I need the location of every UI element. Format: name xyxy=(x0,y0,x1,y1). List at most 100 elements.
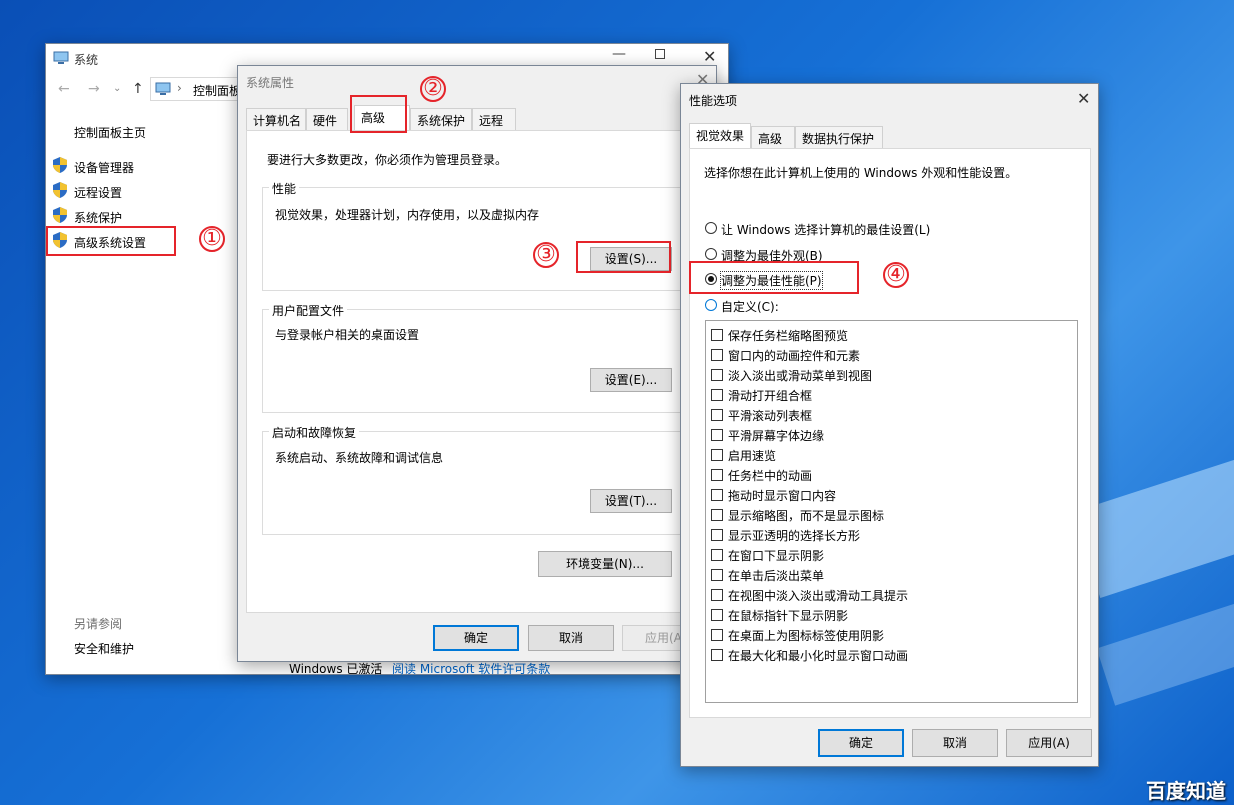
effect-label: 窗口内的动画控件和元素 xyxy=(728,349,861,363)
effect-label: 显示亚透明的选择长方形 xyxy=(728,529,861,543)
effect-checkbox[interactable] xyxy=(711,329,723,341)
effect-checkbox[interactable] xyxy=(711,529,723,541)
close-icon[interactable]: ✕ xyxy=(1077,89,1090,108)
effect-checkbox[interactable] xyxy=(711,349,723,361)
highlight-best-performance xyxy=(689,261,859,294)
radio-button[interactable] xyxy=(705,299,717,311)
tab-dep[interactable]: 数据执行保护 xyxy=(795,126,883,148)
ok-button[interactable]: 确定 xyxy=(433,625,519,651)
effect-checkbox[interactable] xyxy=(711,589,723,601)
environment-variables-button[interactable]: 环境变量(N)... xyxy=(538,551,672,577)
effect-checkbox[interactable] xyxy=(711,369,723,381)
up-arrow-icon[interactable]: ↑ xyxy=(132,81,144,97)
startup-recovery-settings-button[interactable]: 设置(T)... xyxy=(590,489,672,513)
tab-hardware[interactable]: 硬件 xyxy=(306,108,348,130)
tab-perf-advanced[interactable]: 高级 xyxy=(751,126,795,148)
effect-row[interactable]: 淡入淡出或滑动菜单到视图 xyxy=(711,365,1071,385)
effect-checkbox[interactable] xyxy=(711,429,723,441)
tab-strip: 计算机名 硬件 高级 系统保护 远程 xyxy=(246,105,710,130)
effect-checkbox[interactable] xyxy=(711,649,723,661)
effects-list[interactable]: 保存任务栏缩略图预览 窗口内的动画控件和元素淡入淡出或滑动菜单到视图滑动打开组合框… xyxy=(705,320,1078,703)
user-profiles-label: 用户配置文件 xyxy=(269,302,348,319)
effect-row[interactable]: 在鼠标指针下显示阴影 xyxy=(711,605,1071,625)
effect-row[interactable]: 拖动时显示窗口内容 xyxy=(711,485,1071,505)
nav-system-protection[interactable]: 系统保护 xyxy=(74,209,122,226)
effect-row[interactable]: 显示缩略图，而不是显示图标 xyxy=(711,505,1071,525)
effect-row[interactable]: 在桌面上为图标标签使用阴影 xyxy=(711,625,1071,645)
license-terms-link[interactable]: 阅读 Microsoft 软件许可条款 xyxy=(392,660,550,677)
effect-row[interactable]: 任务栏中的动画 xyxy=(711,465,1071,485)
control-panel-home-link[interactable]: 控制面板主页 xyxy=(74,124,146,141)
computer-icon xyxy=(155,82,171,95)
highlight-advanced-system-settings xyxy=(46,226,176,256)
performance-group xyxy=(262,187,687,291)
wallpaper-beam xyxy=(1096,574,1234,706)
tab-remote[interactable]: 远程 xyxy=(472,108,516,130)
minimize-icon[interactable]: — xyxy=(612,46,626,62)
effect-checkbox[interactable] xyxy=(711,449,723,461)
effect-label: 滑动打开组合框 xyxy=(728,389,813,403)
effect-row[interactable]: 平滑屏幕字体边缘 xyxy=(711,425,1071,445)
effect-row[interactable]: 在视图中淡入淡出或滑动工具提示 xyxy=(711,585,1071,605)
effect-checkbox[interactable] xyxy=(711,389,723,401)
see-also-heading: 另请参阅 xyxy=(74,617,123,631)
effect-label: 显示缩略图，而不是显示图标 xyxy=(728,509,885,523)
shield-icon xyxy=(53,207,67,223)
radio-let-windows-choose[interactable]: 让 Windows 选择计算机的最佳设置(L) xyxy=(705,219,1005,239)
effect-row[interactable]: 显示亚透明的选择长方形 xyxy=(711,525,1071,545)
effect-checkbox[interactable] xyxy=(711,629,723,641)
nav-remote-settings[interactable]: 远程设置 xyxy=(74,184,122,201)
effect-row[interactable]: 启用速览 xyxy=(711,445,1071,465)
effect-checkbox[interactable] xyxy=(711,409,723,421)
close-icon[interactable]: ✕ xyxy=(703,47,716,66)
effect-label: 平滑滚动列表框 xyxy=(728,409,813,423)
radio-button[interactable] xyxy=(705,222,717,234)
tab-computer-name[interactable]: 计算机名 xyxy=(246,108,306,130)
radio-label: 让 Windows 选择计算机的最佳设置(L) xyxy=(721,223,931,237)
effect-checkbox[interactable] xyxy=(711,549,723,561)
highlight-advanced-tab xyxy=(350,95,407,133)
tab-visual-effects[interactable]: 视觉效果 xyxy=(689,123,751,148)
perf-ok-button[interactable]: 确定 xyxy=(818,729,904,757)
effect-row[interactable]: 在窗口下显示阴影 xyxy=(711,545,1071,565)
chevron-down-icon[interactable]: ⌄ xyxy=(113,83,121,94)
effect-label: 平滑屏幕字体边缘 xyxy=(728,429,825,443)
effect-row[interactable]: 在最大化和最小化时显示窗口动画 xyxy=(711,645,1071,665)
effect-label: 在视图中淡入淡出或滑动工具提示 xyxy=(728,589,909,603)
effect-row[interactable]: 在单击后淡出菜单 xyxy=(711,565,1071,585)
perf-cancel-button[interactable]: 取消 xyxy=(912,729,998,757)
effect-checkbox[interactable] xyxy=(711,609,723,621)
startup-recovery-description: 系统启动、系统故障和调试信息 xyxy=(275,451,444,465)
forward-arrow-icon[interactable]: → xyxy=(88,81,100,97)
performance-options-title: 性能选项 xyxy=(689,94,738,108)
effect-checkbox[interactable] xyxy=(711,489,723,501)
back-arrow-icon[interactable]: ← xyxy=(58,81,70,97)
performance-description: 视觉效果，处理器计划，内存使用，以及虚拟内存 xyxy=(275,208,540,222)
perf-apply-button[interactable]: 应用(A) xyxy=(1006,729,1092,757)
radio-button[interactable] xyxy=(705,248,717,260)
annotation-4: ④ xyxy=(883,262,909,288)
effect-checkbox[interactable] xyxy=(711,509,723,521)
effect-label: 保存任务栏缩略图预览 xyxy=(728,329,849,343)
annotation-1: ① xyxy=(199,226,225,252)
user-profiles-settings-button[interactable]: 设置(E)... xyxy=(590,368,672,392)
performance-options-dialog: 性能选项 ✕ 视觉效果 高级 数据执行保护 选择你想在此计算机上使用的 Wind… xyxy=(680,83,1099,767)
effect-checkbox[interactable] xyxy=(711,469,723,481)
effect-checkbox[interactable] xyxy=(711,569,723,581)
nav-device-manager[interactable]: 设备管理器 xyxy=(74,159,134,176)
effect-row[interactable]: 滑动打开组合框 xyxy=(711,385,1071,405)
tab-system-protection[interactable]: 系统保护 xyxy=(410,108,472,130)
cancel-button[interactable]: 取消 xyxy=(528,625,614,651)
user-profiles-group xyxy=(262,309,687,413)
effect-label: 启用速览 xyxy=(728,449,777,463)
admin-note: 要进行大多数更改，你必须作为管理员登录。 xyxy=(267,153,508,167)
activation-status: Windows 已激活 xyxy=(289,662,383,676)
maximize-icon[interactable] xyxy=(655,49,665,59)
radio-custom[interactable]: 自定义(C): xyxy=(705,296,1005,316)
effect-label: 在窗口下显示阴影 xyxy=(728,549,825,563)
security-maintenance-link[interactable]: 安全和维护 xyxy=(74,640,134,657)
effect-row[interactable]: 窗口内的动画控件和元素 xyxy=(711,345,1071,365)
effect-row[interactable]: 保存任务栏缩略图预览 xyxy=(711,325,1071,345)
effect-row[interactable]: 平滑滚动列表框 xyxy=(711,405,1071,425)
shield-icon xyxy=(53,182,67,198)
